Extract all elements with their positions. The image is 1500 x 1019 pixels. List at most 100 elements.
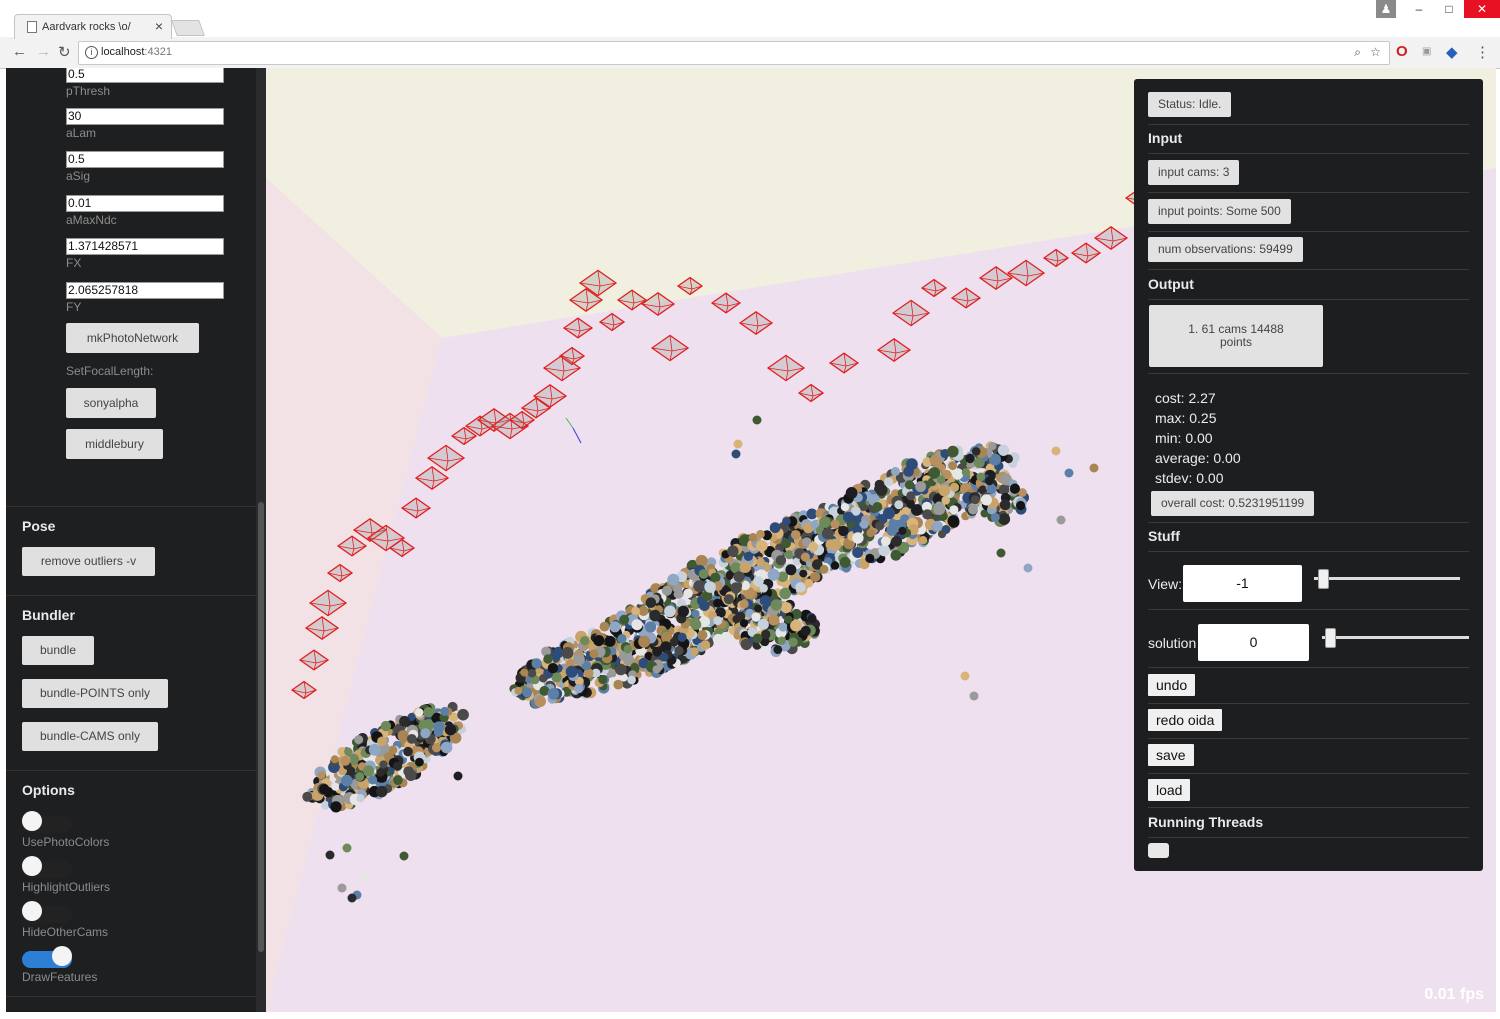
toggle-label: HighlightOutliers: [22, 880, 111, 894]
bundle-button[interactable]: bundle: [22, 636, 94, 665]
feature-point: [859, 520, 869, 529]
feature-point: [330, 801, 342, 813]
feature-point: [376, 768, 385, 777]
menu-icon[interactable]: ⋮: [1475, 43, 1490, 61]
bundle-points-only-button[interactable]: bundle-POINTS only: [22, 679, 168, 708]
feature-point: [1051, 446, 1061, 456]
param-asig: 0.5 aSig: [66, 151, 224, 183]
param-input[interactable]: 0.5: [66, 151, 224, 168]
load-button[interactable]: load: [1148, 779, 1191, 801]
solution-number-input[interactable]: 0: [1198, 624, 1309, 661]
param-input[interactable]: 0.5: [66, 68, 224, 83]
feature-point: [911, 504, 923, 516]
feature-point: [976, 472, 986, 482]
feature-point: [683, 588, 693, 599]
feature-point: [440, 741, 453, 754]
toggle-knob[interactable]: [22, 811, 42, 831]
view-slider[interactable]: [1314, 577, 1460, 580]
forward-icon[interactable]: →: [36, 43, 51, 60]
feature-point: [969, 691, 979, 701]
solution-slider-thumb[interactable]: [1325, 628, 1336, 648]
toggle-knob[interactable]: [22, 901, 42, 921]
graduation-extension-icon[interactable]: ◆: [1446, 43, 1458, 61]
feature-point: [649, 609, 661, 622]
feature-point: [971, 447, 981, 456]
param-alam: 30 aLam: [66, 108, 224, 140]
undo-button[interactable]: undo: [1148, 674, 1196, 696]
feature-point: [865, 553, 875, 563]
param-input[interactable]: 2.065257818: [66, 282, 224, 299]
url-port: :4321: [144, 46, 172, 58]
feature-point: [697, 630, 708, 640]
address-bar[interactable]: i localhost:4321 ⌕ ☆: [78, 41, 1390, 65]
toggle-knob[interactable]: [52, 946, 72, 966]
param-input[interactable]: 1.371428571: [66, 238, 224, 255]
redo-button[interactable]: redo oida: [1148, 709, 1223, 731]
feature-point: [710, 572, 721, 583]
feature-point: [740, 638, 753, 651]
overall-cost-badge: overall cost: 0.5231951199: [1151, 491, 1315, 516]
feature-point: [589, 649, 599, 659]
feature-point: [362, 765, 375, 777]
scrollbar-thumb[interactable]: [258, 502, 264, 952]
divider: [1148, 299, 1469, 300]
feature-point: [1016, 500, 1026, 511]
feature-point: [356, 794, 365, 803]
feature-point: [415, 757, 424, 767]
toggle-knob[interactable]: [22, 856, 42, 876]
left-panel-scrollbar[interactable]: [256, 68, 266, 1012]
zoom-icon[interactable]: ⌕: [1354, 45, 1361, 60]
feature-point: [922, 509, 933, 520]
divider: [1148, 373, 1469, 374]
extension-icon[interactable]: ▣: [1422, 46, 1431, 57]
feature-point: [699, 600, 710, 612]
window-close-icon[interactable]: ✕: [1464, 0, 1500, 18]
divider: [1148, 153, 1469, 154]
info-icon[interactable]: i: [85, 46, 98, 59]
middlebury-button[interactable]: middlebury: [66, 429, 163, 459]
divider: [1148, 522, 1469, 523]
param-label: FY: [66, 300, 82, 314]
remove-outliers-button[interactable]: remove outliers -v: [22, 547, 155, 576]
param-input[interactable]: 0.01: [66, 195, 224, 212]
maximize-icon[interactable]: □: [1434, 0, 1464, 18]
average-stat: average: 0.00: [1155, 450, 1241, 466]
feature-point: [340, 755, 351, 766]
opera-extension-icon[interactable]: O: [1396, 43, 1408, 60]
mkphotonetwork-button[interactable]: mkPhotoNetwork: [66, 323, 199, 353]
param-input[interactable]: 30: [66, 108, 224, 125]
reload-icon[interactable]: ↻: [58, 43, 71, 61]
solution-slider[interactable]: [1322, 636, 1469, 639]
feature-point: [1009, 483, 1021, 494]
bookmark-star-icon[interactable]: ☆: [1370, 45, 1381, 59]
feature-point: [990, 513, 1000, 522]
feature-point: [894, 500, 904, 510]
feature-point: [777, 636, 786, 645]
tab-strip: Aardvark rocks \o/ × ♟ – □ ✕: [0, 0, 1500, 39]
output-solution-item[interactable]: 1. 61 cams 14488 points: [1149, 305, 1323, 367]
view-slider-thumb[interactable]: [1318, 569, 1329, 589]
browser-tab[interactable]: Aardvark rocks \o/ ×: [14, 14, 172, 39]
sonyalpha-button[interactable]: sonyalpha: [66, 388, 156, 418]
view-number-input[interactable]: -1: [1183, 565, 1302, 602]
minimize-icon[interactable]: –: [1404, 0, 1434, 18]
feature-point: [674, 646, 684, 656]
bundle-cams-only-button[interactable]: bundle-CAMS only: [22, 722, 158, 751]
feature-point: [768, 614, 780, 626]
feature-point: [840, 502, 850, 512]
feature-point: [838, 525, 849, 537]
new-tab-button[interactable]: [171, 20, 205, 36]
window-controls: ♟ – □ ✕: [1376, 0, 1500, 18]
param-amaxndc: 0.01 aMaxNdc: [66, 195, 224, 227]
save-button[interactable]: save: [1148, 744, 1194, 766]
back-icon[interactable]: ←: [12, 43, 27, 60]
feature-point: [929, 454, 941, 466]
feature-point: [347, 893, 357, 903]
feature-point: [965, 453, 975, 464]
feature-point: [453, 771, 463, 781]
feature-point: [713, 616, 723, 626]
user-icon[interactable]: ♟: [1376, 0, 1396, 18]
tab-close-icon[interactable]: ×: [155, 18, 163, 34]
feature-point: [960, 671, 970, 681]
feature-point: [785, 564, 797, 576]
